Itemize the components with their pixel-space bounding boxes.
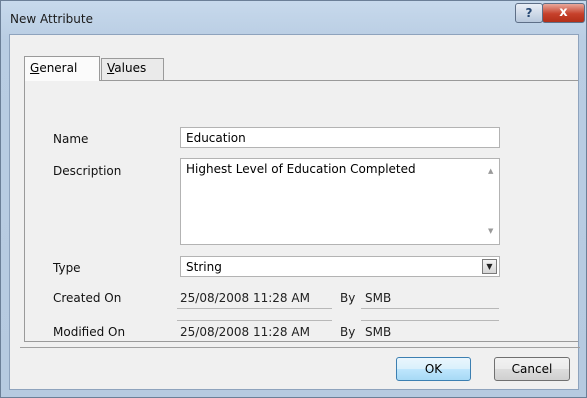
type-dropdown-button[interactable]: ▼ [482,259,497,274]
modified-on-label: Modified On [53,325,126,339]
name-input-value: Education [186,131,246,145]
ok-button[interactable]: OK [396,357,471,381]
modified-on-value: 25/08/2008 11:28 AM [180,325,310,339]
tab-general-label: eneral [39,61,78,75]
tab-general-accel: G [30,61,40,75]
type-select[interactable]: String ▼ [180,256,500,277]
close-icon: x [559,5,568,20]
description-label: Description [53,164,122,178]
modified-by-label: By [340,325,356,339]
created-by-divider [361,308,499,309]
modified-by-divider [361,320,499,321]
type-label: Type [53,261,81,275]
modified-by-value: SMB [365,325,392,339]
created-by-label: By [340,291,356,305]
type-select-value: String [186,260,222,274]
created-on-divider [177,308,332,309]
help-icon: ? [525,6,533,20]
dialog-window: New Attribute ? x General Values Name Ed… [0,0,587,398]
title-bar[interactable]: New Attribute ? x [1,1,586,35]
name-input[interactable]: Education [180,127,500,148]
help-button[interactable]: ? [515,3,543,23]
scroll-up-icon[interactable]: ▲ [488,167,493,175]
description-value: Highest Level of Education Completed [186,162,416,176]
dialog-body: General Values Name Education Descriptio… [9,34,580,390]
cancel-button[interactable]: Cancel [494,357,570,381]
created-on-label: Created On [53,291,122,305]
general-tab-panel: Name Education Description Highest Level… [24,80,578,342]
window-title: New Attribute [10,12,93,26]
tab-values[interactable]: Values [101,58,164,80]
scroll-down-icon[interactable]: ▼ [488,227,493,235]
tab-values-label: alues [114,61,147,75]
name-label: Name [53,132,89,146]
description-textarea[interactable]: Highest Level of Education Completed ▲ ▼ [180,158,500,245]
button-separator [20,347,580,348]
modified-on-divider [177,320,332,321]
tab-general[interactable]: General [24,56,100,81]
created-by-value: SMB [365,291,392,305]
chevron-down-icon: ▼ [486,262,493,271]
close-button[interactable]: x [542,3,585,23]
created-on-value: 25/08/2008 11:28 AM [180,291,310,305]
description-scrollbar[interactable]: ▲ ▼ [484,159,499,244]
